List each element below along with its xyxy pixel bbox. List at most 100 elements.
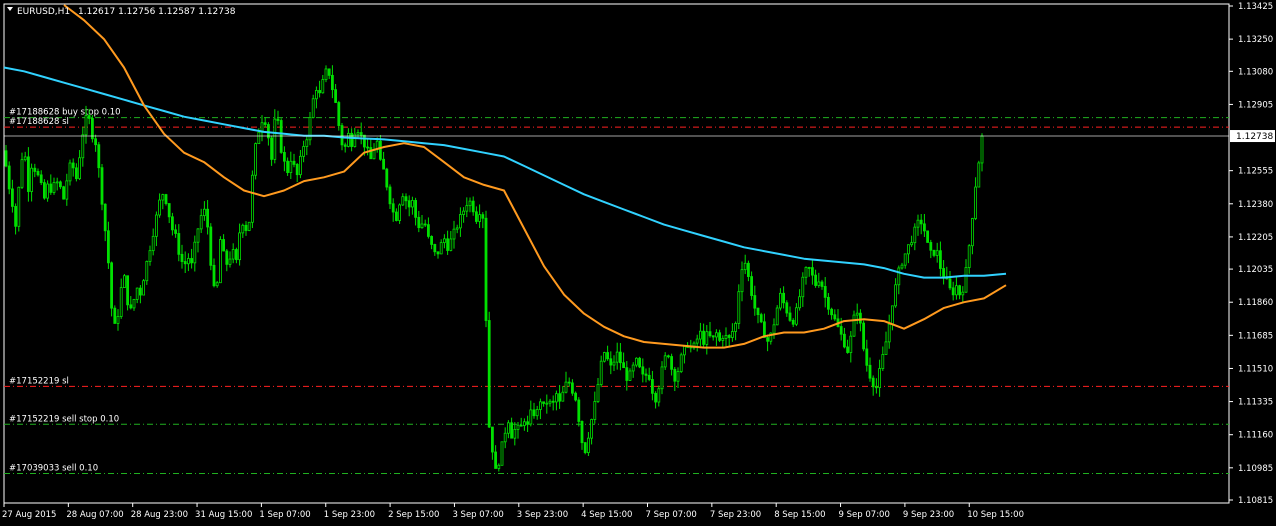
- candle-body: [87, 115, 91, 119]
- candle-body: [119, 287, 123, 317]
- candle-body: [571, 382, 574, 394]
- candle-body: [737, 291, 741, 324]
- candle-body: [951, 287, 955, 296]
- candle-body: [635, 357, 638, 366]
- candle-body: [7, 165, 11, 190]
- candle-body: [721, 337, 725, 341]
- candle-body: [500, 441, 504, 466]
- candle-body: [903, 253, 907, 266]
- candle-body: [817, 281, 821, 286]
- candle-body: [932, 249, 936, 256]
- candle-body: [519, 424, 523, 427]
- candle-body: [529, 409, 533, 425]
- candle-body: [699, 330, 702, 340]
- candle-body: [17, 186, 21, 227]
- candle-body: [142, 280, 146, 296]
- candle-body: [958, 285, 961, 296]
- candle-body: [718, 332, 721, 341]
- candle-body: [337, 102, 341, 126]
- candle-body: [897, 267, 901, 286]
- candle-body: [254, 143, 258, 176]
- y-tick-label: 1.10985: [1238, 464, 1273, 474]
- x-tick-label: 28 Aug 23:00: [131, 510, 188, 520]
- candle-body: [314, 90, 318, 100]
- candle-body: [324, 68, 328, 80]
- candle-body: [862, 322, 865, 350]
- candle-body: [628, 370, 632, 381]
- candle-body: [193, 241, 197, 264]
- candle-body: [599, 360, 603, 385]
- candle-body: [545, 402, 549, 405]
- candle-body: [487, 320, 491, 428]
- y-tick-label: 1.10815: [1238, 496, 1273, 506]
- candle-body: [724, 335, 728, 339]
- candle-body: [702, 330, 705, 345]
- candle-body: [369, 147, 373, 160]
- symbol-timeframe[interactable]: EURUSD,H1: [17, 7, 70, 17]
- candle-body: [164, 194, 168, 204]
- candle-body: [33, 167, 37, 172]
- y-tick-label: 1.11160: [1238, 431, 1273, 441]
- candle-body: [420, 223, 424, 229]
- candle-body: [574, 392, 577, 401]
- candle-body: [452, 228, 456, 240]
- candle-body: [788, 312, 792, 321]
- candle-body: [234, 249, 238, 261]
- candle-body: [964, 267, 968, 293]
- candle-body: [218, 239, 222, 284]
- candle-body: [458, 214, 462, 229]
- price-chart[interactable]: 1.13425 1.13250 1.13080 1.12905 1.12555 1.123…: [0, 0, 1276, 522]
- candle-body: [359, 132, 363, 136]
- candle-body: [513, 429, 517, 439]
- x-tick-label: 9 Sep 07:00: [839, 510, 890, 520]
- candle-body: [26, 156, 30, 192]
- candle-body: [772, 324, 776, 334]
- candle-body: [138, 287, 142, 296]
- candle-body: [747, 262, 750, 277]
- candle-body: [158, 199, 162, 216]
- candle-body: [183, 261, 187, 265]
- y-tick-label: 1.12555: [1238, 167, 1273, 177]
- candle-body: [481, 214, 485, 219]
- candle-body: [919, 219, 923, 225]
- y-tick-label: 1.11510: [1238, 364, 1273, 374]
- current-price-label: 1.12738: [1236, 132, 1273, 142]
- y-tick-label: 1.12380: [1238, 200, 1273, 210]
- candle-body: [212, 264, 216, 287]
- candle-body: [555, 393, 558, 403]
- candle-body: [891, 305, 894, 325]
- y-tick-label: 1.11335: [1238, 398, 1273, 408]
- candle-body: [145, 261, 149, 282]
- candle-body: [526, 421, 529, 425]
- candle-body: [186, 258, 190, 265]
- candle-body: [231, 249, 235, 260]
- candle-body: [577, 399, 581, 422]
- candle-body: [657, 388, 661, 403]
- candle-body: [974, 186, 977, 219]
- x-tick-label: 10 Sep 15:00: [967, 510, 1024, 520]
- candle-body: [455, 227, 459, 230]
- candle-body: [558, 393, 561, 402]
- candle-body: [222, 239, 226, 252]
- order-line-label: #17039033 sell 0.10: [9, 464, 98, 474]
- candle-body: [404, 196, 408, 202]
- candle-body: [206, 208, 210, 228]
- candle-body: [567, 381, 571, 384]
- candle-body: [705, 331, 709, 345]
- candle-body: [535, 409, 539, 417]
- x-tick-label: 7 Sep 07:00: [646, 510, 697, 520]
- candle-body: [410, 200, 414, 208]
- candle-body: [875, 386, 878, 389]
- candle-body: [942, 268, 945, 278]
- candle-body: [814, 274, 817, 286]
- candle-body: [587, 437, 590, 453]
- candle-body: [398, 204, 402, 221]
- candle-body: [980, 135, 984, 164]
- candle-body: [407, 200, 411, 208]
- chart-window[interactable]: 1.13425 1.13250 1.13080 1.12905 1.12555 1.123…: [0, 0, 1276, 522]
- candle-body: [55, 181, 59, 184]
- candle-body: [132, 299, 136, 309]
- candle-body: [660, 366, 664, 390]
- candle-body: [110, 262, 113, 309]
- y-tick-label: 1.12905: [1238, 100, 1273, 110]
